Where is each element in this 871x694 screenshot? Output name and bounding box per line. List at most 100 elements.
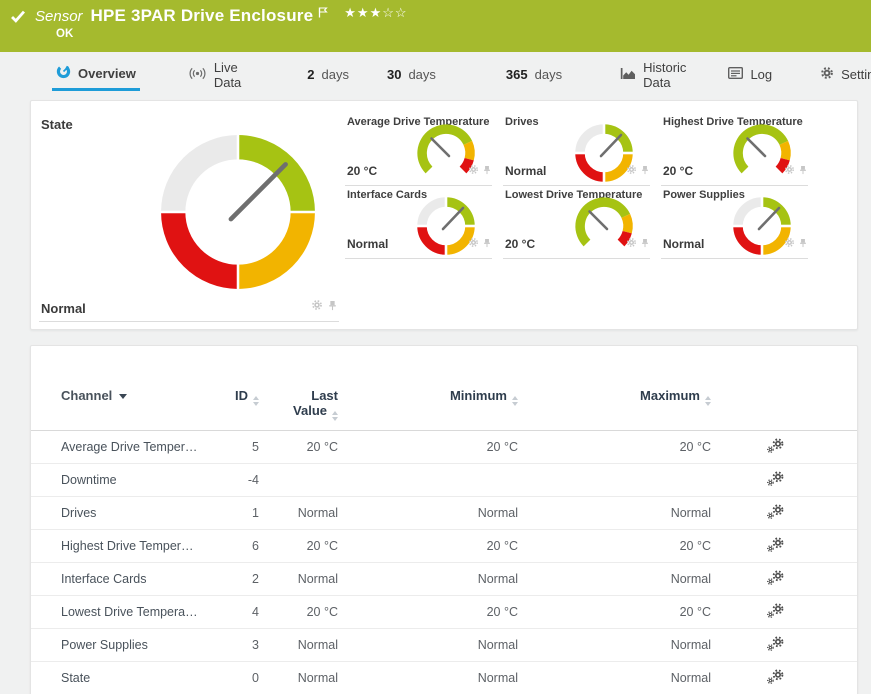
gauge-settings-gear-icon[interactable] (311, 298, 323, 316)
table-row[interactable]: Highest Drive Temper… 6 20 °C 20 °C 20 °… (31, 530, 857, 563)
column-header-last-value[interactable]: Last Value (259, 388, 338, 421)
gauge-pin-icon[interactable] (328, 298, 337, 316)
tab-live-data[interactable]: Live Data (184, 58, 245, 91)
gauge-pin-icon[interactable] (799, 235, 807, 253)
tab-label-number: 2 (307, 67, 314, 82)
column-header-channel[interactable]: Channel (31, 388, 211, 403)
channel-maximum: Normal (518, 506, 711, 520)
channel-name[interactable]: Downtime (31, 473, 211, 487)
channel-settings-gears-icon[interactable] (766, 471, 785, 489)
channel-name[interactable]: State (31, 671, 211, 685)
table-row[interactable]: State 0 Normal Normal Normal (31, 662, 857, 694)
channel-settings-gears-icon[interactable] (766, 669, 785, 687)
table-row[interactable]: Downtime -4 (31, 464, 857, 497)
tab-log[interactable]: Log (724, 58, 776, 91)
channel-id: 4 (211, 605, 259, 619)
priority-stars[interactable]: ★★★☆☆ (344, 5, 407, 21)
tab-2-days[interactable]: 2 days (303, 58, 353, 91)
channel-name[interactable]: Average Drive Temper… (31, 440, 211, 454)
chevron-down-icon (119, 394, 127, 399)
channel-minimum: 20 °C (338, 605, 518, 619)
channel-name[interactable]: Power Supplies (31, 638, 211, 652)
tab-label: Overview (78, 66, 136, 81)
tab-365-days[interactable]: 365 days (502, 58, 566, 91)
channel-maximum: 20 °C (518, 539, 711, 553)
gauge-value: Normal (663, 237, 704, 251)
column-header-label: Channel (61, 388, 112, 403)
state-gauge (157, 131, 319, 293)
gauge-segment-red (173, 212, 238, 277)
channel-settings-gears-icon[interactable] (766, 603, 785, 621)
channel-id: 5 (211, 440, 259, 454)
column-header-maximum[interactable]: Maximum (518, 388, 711, 406)
channel-last-value: 20 °C (259, 605, 338, 619)
tab-settings[interactable]: Settings (816, 58, 871, 91)
column-header-label: Value (293, 403, 327, 418)
channel-name[interactable]: Interface Cards (31, 572, 211, 586)
channel-last-value: Normal (259, 638, 338, 652)
channel-name[interactable]: Lowest Drive Tempera… (31, 605, 211, 619)
channel-maximum: Normal (518, 572, 711, 586)
channel-id: 0 (211, 671, 259, 685)
overview-gauges-panel: State Normal Av (30, 100, 858, 330)
channel-id: 2 (211, 572, 259, 586)
channel-last-value: 20 °C (259, 539, 338, 553)
page-title: HPE 3PAR Drive Enclosure (91, 6, 314, 26)
tab-historic-data[interactable]: Historic Data (616, 58, 690, 91)
channel-minimum: 20 °C (338, 539, 518, 553)
gauge-settings-gear-icon[interactable] (468, 162, 479, 180)
column-header-label: ID (235, 388, 248, 403)
gauge-pin-icon[interactable] (641, 162, 649, 180)
gauge-needle (432, 139, 450, 157)
channel-last-value: Normal (259, 572, 338, 586)
tab-label: Log (750, 67, 772, 82)
channel-name[interactable]: Highest Drive Temper… (31, 539, 211, 553)
gauge-settings-gear-icon[interactable] (626, 162, 637, 180)
gauge-pin-icon[interactable] (483, 235, 491, 253)
gauge-settings-gear-icon[interactable] (626, 235, 637, 253)
gauge-needle (748, 139, 766, 157)
tab-30-days[interactable]: 30 days (383, 58, 440, 91)
channel-minimum: Normal (338, 671, 518, 685)
table-row[interactable]: Interface Cards 2 Normal Normal Normal (31, 563, 857, 596)
tab-label: Settings (841, 67, 871, 82)
gauge-needle (590, 212, 608, 230)
table-row[interactable]: Power Supplies 3 Normal Normal Normal (31, 629, 857, 662)
gauge-value: 20 °C (505, 237, 535, 251)
column-header-id[interactable]: ID (211, 388, 259, 406)
tab-label-unit: days (408, 67, 435, 82)
sort-icon (332, 411, 338, 421)
gauge-pin-icon[interactable] (799, 162, 807, 180)
channel-minimum: Normal (338, 572, 518, 586)
gauge-settings-gear-icon[interactable] (784, 235, 795, 253)
gauge-value: 20 °C (347, 164, 377, 178)
gauge-cell-highest-drive-temperature: Highest Drive Temperature 20 °C (661, 113, 808, 186)
channel-settings-gears-icon[interactable] (766, 438, 785, 456)
gauge-value: Normal (505, 164, 546, 178)
channel-id: -4 (211, 473, 259, 487)
tab-bar: Overview Live Data 2 days 30 days 365 da… (0, 52, 871, 100)
tab-overview[interactable]: Overview (52, 58, 140, 91)
channel-settings-gears-icon[interactable] (766, 504, 785, 522)
gauge-cell-lowest-drive-temperature: Lowest Drive Temperature 20 °C (503, 186, 650, 259)
gauge-settings-gear-icon[interactable] (784, 162, 795, 180)
gauge-pin-icon[interactable] (483, 162, 491, 180)
channel-minimum: 20 °C (338, 440, 518, 454)
table-row[interactable]: Lowest Drive Tempera… 4 20 °C 20 °C 20 °… (31, 596, 857, 629)
state-gauge-title: State (39, 113, 339, 132)
channel-settings-gears-icon[interactable] (766, 537, 785, 555)
gauge-pin-icon[interactable] (641, 235, 649, 253)
channel-settings-gears-icon[interactable] (766, 636, 785, 654)
gauge-segment-gray (173, 147, 238, 212)
gauge-settings-gear-icon[interactable] (468, 235, 479, 253)
flag-icon[interactable] (318, 7, 328, 18)
column-header-minimum[interactable]: Minimum (338, 388, 518, 406)
table-row[interactable]: Drives 1 Normal Normal Normal (31, 497, 857, 530)
column-header-label: Last (311, 388, 338, 403)
table-header-row: Channel ID Last Value Minimum Maximum (31, 346, 857, 431)
gauge-icon (56, 64, 71, 82)
channel-maximum: 20 °C (518, 440, 711, 454)
channel-settings-gears-icon[interactable] (766, 570, 785, 588)
channel-name[interactable]: Drives (31, 506, 211, 520)
table-row[interactable]: Average Drive Temper… 5 20 °C 20 °C 20 °… (31, 431, 857, 464)
